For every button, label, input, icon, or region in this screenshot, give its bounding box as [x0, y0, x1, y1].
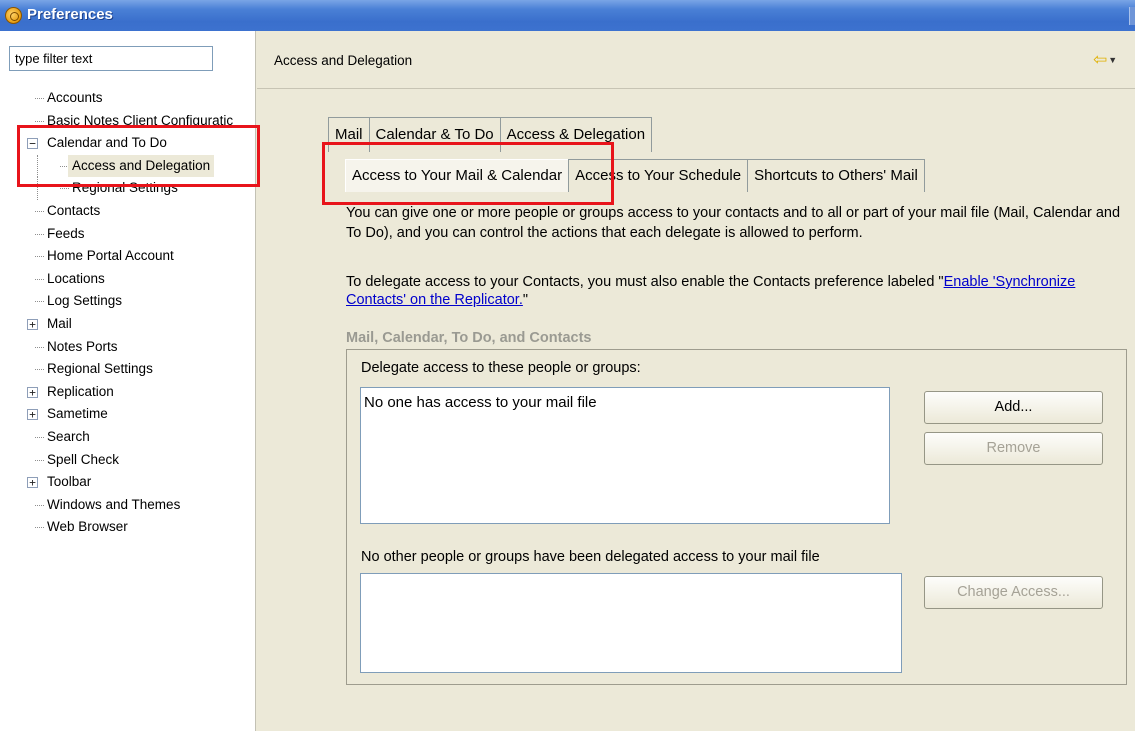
tree-item-label: Web Browser: [47, 519, 128, 535]
expand-icon[interactable]: +: [27, 318, 38, 330]
title-bar-edge: [1129, 7, 1135, 25]
other-delegates-label: No other people or groups have been dele…: [361, 549, 820, 565]
window-title: Preferences: [27, 6, 113, 23]
tree-item-label: Locations: [47, 270, 105, 286]
subtab-shortcuts[interactable]: Shortcuts to Others' Mail: [747, 159, 925, 192]
tree-connector: [35, 436, 44, 438]
tree-item-label: Contacts: [47, 202, 101, 218]
tree-item[interactable]: Web Browser: [0, 516, 256, 539]
tree-item[interactable]: Spell Check: [0, 449, 256, 472]
page-title: Access and Delegation: [274, 53, 413, 68]
delegate-list-empty-text: No one has access to your mail file: [364, 394, 597, 411]
change-access-button[interactable]: Change Access...: [924, 576, 1103, 609]
delegate-label: Delegate access to these people or group…: [361, 360, 641, 376]
tree-connector: [35, 233, 44, 235]
tree-connector: [35, 278, 44, 280]
contacts-note-suffix: ": [522, 292, 529, 308]
tree-item[interactable]: Feeds: [0, 223, 256, 246]
remove-button[interactable]: Remove: [924, 432, 1103, 465]
tree-connector: [35, 346, 44, 348]
tree-connector: [35, 459, 44, 461]
other-delegates-list[interactable]: [360, 573, 902, 673]
tree-connector: [35, 120, 44, 122]
tree-item[interactable]: Home Portal Account: [0, 245, 256, 268]
filter-input[interactable]: [9, 46, 213, 71]
tree-item-label: Home Portal Account: [47, 248, 174, 264]
back-arrow-icon[interactable]: ⇦▼: [1093, 51, 1123, 69]
tree-connector: [35, 256, 44, 258]
expand-icon[interactable]: +: [27, 386, 38, 398]
tree-item[interactable]: + Mail: [0, 313, 256, 336]
page-header: Access and Delegation ⇦▼: [257, 31, 1135, 89]
tree-item[interactable]: Locations: [0, 268, 256, 291]
tree-item-label: Spell Check: [47, 451, 120, 467]
tree-item[interactable]: Search: [0, 426, 256, 449]
tree-item[interactable]: Contacts: [0, 200, 256, 223]
tree-item-label: Windows and Themes: [47, 496, 181, 512]
add-button[interactable]: Add...: [924, 391, 1103, 424]
tree-item[interactable]: Regional Settings: [0, 358, 256, 381]
tree-item-label: Feeds: [47, 225, 85, 241]
group-title: Mail, Calendar, To Do, and Contacts: [346, 330, 592, 346]
tree-item-label: Accounts: [47, 90, 103, 105]
highlight-box-tree: [17, 125, 260, 187]
contacts-note: To delegate access to your Contacts, you…: [346, 273, 1121, 309]
tree-connector: [35, 301, 44, 303]
tree-connector: [35, 369, 44, 371]
tree-connector: [35, 504, 44, 506]
expand-icon[interactable]: +: [27, 477, 38, 489]
tree-connector: [60, 188, 69, 190]
tree-item-label: Notes Ports: [47, 338, 118, 354]
tree-item-label: Search: [47, 428, 90, 444]
tree-connector: [35, 210, 44, 212]
tree-item[interactable]: Accounts: [0, 87, 256, 110]
tree-item[interactable]: + Toolbar: [0, 471, 256, 494]
tree-item[interactable]: Notes Ports: [0, 336, 256, 359]
description-text: You can give one or more people or group…: [346, 205, 1121, 241]
tree-item[interactable]: Log Settings: [0, 290, 256, 313]
expand-icon[interactable]: +: [27, 409, 38, 421]
tree-item[interactable]: Windows and Themes: [0, 494, 256, 517]
delegate-list[interactable]: No one has access to your mail file: [360, 387, 890, 524]
tree-item[interactable]: + Sametime: [0, 403, 256, 426]
tree-item-label: Mail: [47, 315, 72, 331]
highlight-box-subtab: [322, 142, 614, 205]
chevron-down-icon[interactable]: ▼: [1108, 55, 1117, 65]
tree-item[interactable]: + Replication: [0, 381, 256, 404]
tree-item-label: Replication: [47, 383, 114, 399]
contacts-note-prefix: To delegate access to your Contacts, you…: [346, 274, 944, 290]
tree-item-label: Toolbar: [47, 474, 92, 490]
tree-connector: [35, 527, 44, 529]
tree-item-label: Sametime: [47, 406, 108, 422]
tree-item-label: Log Settings: [47, 293, 123, 309]
tree-item-label: Regional Settings: [47, 361, 153, 377]
title-bar: Preferences: [0, 0, 1135, 31]
tree-connector: [35, 98, 44, 99]
app-icon: [5, 7, 22, 24]
